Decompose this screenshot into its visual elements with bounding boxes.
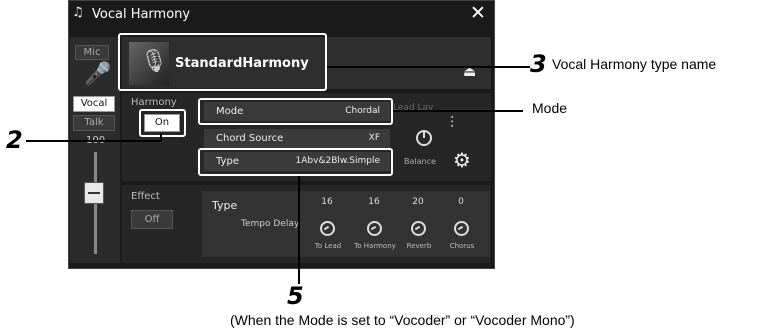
to-harmony-knob[interactable] [367, 221, 382, 236]
mixer-icon[interactable]: ⫶ [450, 113, 454, 133]
harmony-label: Harmony [131, 97, 177, 108]
effect-type-value[interactable]: Tempo Delay [241, 219, 299, 229]
to-lead-value: 16 [321, 197, 333, 207]
callout-5-number: 5 [287, 282, 304, 310]
callout-3-text: Vocal Harmony type name [552, 56, 717, 72]
callout-3-number: 3 [530, 50, 547, 78]
volume-fader-handle[interactable] [84, 182, 104, 204]
chord-source-value: XF [368, 133, 380, 143]
chorus-knob[interactable] [454, 221, 469, 236]
type-row-highlight [198, 148, 393, 176]
talk-button[interactable]: Talk [73, 115, 115, 131]
to-harmony-value: 16 [368, 197, 380, 207]
gear-icon[interactable]: ⚙ [453, 148, 471, 172]
reverb-label: Reverb [406, 242, 432, 250]
callout-5-line [298, 176, 300, 284]
vocal-harmony-icon: ♫ [72, 5, 84, 20]
callout-3-line [327, 66, 530, 68]
callout-mode-line [393, 110, 523, 112]
callout-mode-text: Mode [532, 100, 568, 116]
callout-2-line-vertical [160, 134, 162, 142]
balance-label: Balance [404, 157, 436, 166]
effect-type-label: Type [212, 199, 238, 212]
callout-5-text: (When the Mode is set to “Vocoder” or “V… [230, 312, 575, 328]
to-harmony-label: To Harmony [354, 242, 396, 250]
callout-2-line [26, 140, 162, 142]
harmony-on-highlight [139, 109, 186, 137]
close-icon[interactable]: ✕ [470, 4, 486, 23]
balance-knob[interactable] [416, 130, 432, 146]
type-name-highlight [118, 33, 327, 91]
mode-highlight [198, 98, 393, 125]
reverb-value: 20 [412, 197, 424, 207]
window-title: Vocal Harmony [92, 7, 191, 22]
chord-source-label: Chord Source [216, 133, 284, 144]
chorus-label: Chorus [449, 242, 475, 250]
callout-2-number: 2 [6, 126, 23, 154]
effect-label: Effect [131, 191, 160, 202]
reverb-knob[interactable] [411, 221, 426, 236]
chord-source-row[interactable]: Chord Source XF [204, 129, 390, 148]
to-lead-label: To Lead [314, 242, 342, 250]
effect-off-button[interactable]: Off [131, 210, 173, 229]
mic-button[interactable]: Mic [75, 45, 109, 60]
chorus-value: 0 [458, 197, 464, 207]
microphone-icon: 🎤 [84, 62, 112, 87]
to-lead-knob[interactable] [320, 221, 335, 236]
vocal-button[interactable]: Vocal [73, 96, 115, 112]
